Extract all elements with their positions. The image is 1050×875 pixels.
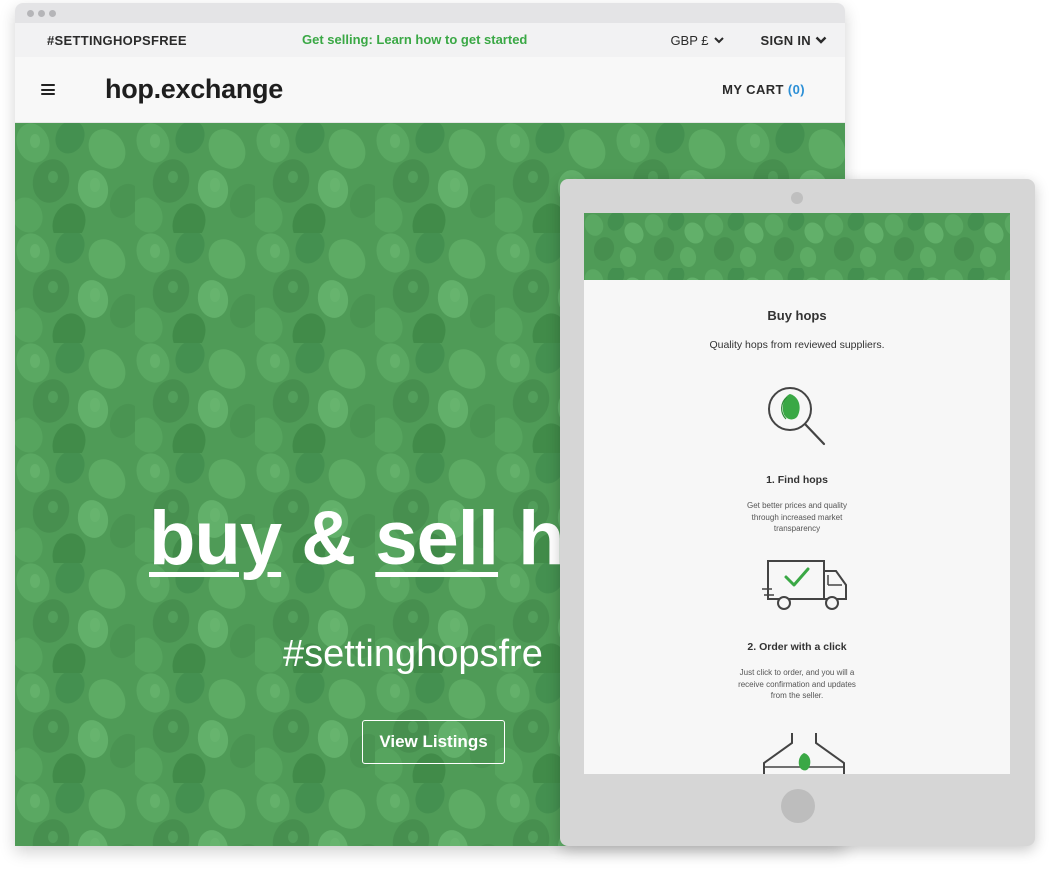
get-selling-link[interactable]: Get selling: Learn how to get started xyxy=(302,23,527,57)
cart-label: MY CART xyxy=(722,82,784,97)
hero-headline: buy & sell h xyxy=(149,495,565,582)
buy-hops-subtitle: Quality hops from reviewed suppliers. xyxy=(709,339,885,351)
home-button[interactable] xyxy=(781,789,815,823)
tablet-mockup: Buy hops Quality hops from reviewed supp… xyxy=(560,179,1035,846)
hop-background-image xyxy=(584,213,1010,280)
view-listings-button[interactable]: View Listings xyxy=(362,720,505,764)
chevron-down-icon xyxy=(713,37,724,44)
hamburger-menu-icon[interactable] xyxy=(41,84,55,95)
delivery-truck-check-icon xyxy=(762,560,847,610)
hero-tagline: #settinghopsfre xyxy=(283,633,543,675)
ampersand: & xyxy=(301,496,356,581)
sign-in-menu[interactable]: SIGN IN xyxy=(761,33,828,48)
step-find-hops-title: 1. Find hops xyxy=(766,474,828,486)
step-order-title: 2. Order with a click xyxy=(747,641,847,653)
window-dot xyxy=(49,9,56,17)
currency-select[interactable]: GBP £ xyxy=(670,33,724,48)
step-find-hops-description: Get better prices and quality through in… xyxy=(746,501,848,533)
cart-count: (0) xyxy=(787,82,805,97)
window-dot xyxy=(27,9,34,17)
browser-chrome-bar xyxy=(15,3,845,23)
hop-press-icon xyxy=(763,733,845,774)
site-logo[interactable]: hop.exchange xyxy=(105,74,283,105)
currency-label: GBP £ xyxy=(670,32,709,48)
utility-bar: #SETTINGHOPSFREE Get selling: Learn how … xyxy=(15,23,845,57)
tablet-screen: Buy hops Quality hops from reviewed supp… xyxy=(584,213,1010,774)
sell-link[interactable]: sell xyxy=(375,496,499,581)
buy-hops-title: Buy hops xyxy=(767,308,827,323)
hashtag-label: #SETTINGHOPSFREE xyxy=(47,32,187,48)
utility-right-group: GBP £ SIGN IN xyxy=(670,33,827,48)
camera-icon xyxy=(791,192,803,204)
window-dot xyxy=(38,9,45,17)
headline-tail: h xyxy=(518,496,564,581)
buy-link[interactable]: buy xyxy=(149,496,282,581)
chevron-down-icon xyxy=(815,36,827,44)
main-header: hop.exchange MY CART (0) xyxy=(15,57,845,123)
magnifier-hop-icon xyxy=(768,387,826,446)
hop-banner-image xyxy=(584,213,1010,280)
my-cart-link[interactable]: MY CART (0) xyxy=(722,82,805,97)
sign-in-label: SIGN IN xyxy=(760,32,811,48)
step-order-description: Just click to order, and you will a rece… xyxy=(738,668,856,700)
